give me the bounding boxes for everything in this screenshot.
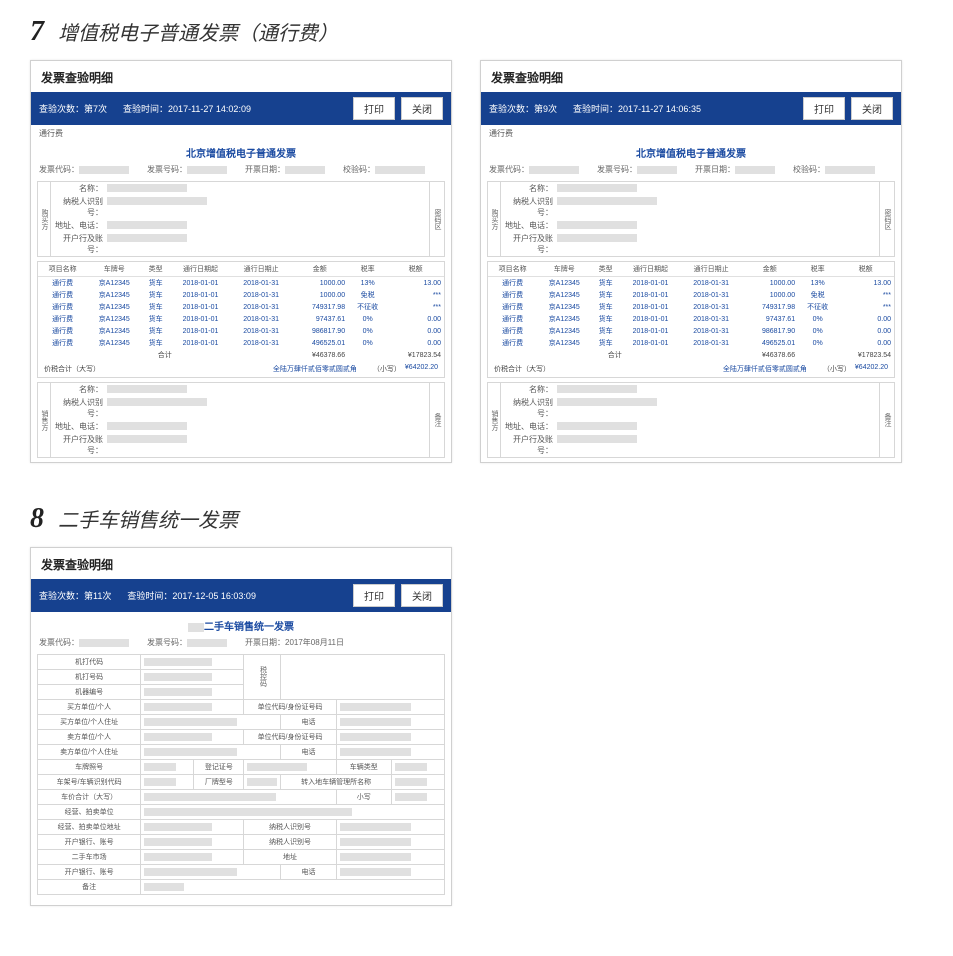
- print-button[interactable]: 打印: [803, 97, 845, 120]
- section-7-header: 7 增值税电子普通发票（通行费）: [30, 16, 923, 48]
- items-table: 项目名称车牌号类型通行日期起通行日期止金额税率税额 通行费京A12345货车20…: [38, 262, 444, 361]
- panel-toolbar: 查验次数：第11次 查验时间：2017-12-05 16:03:09 打印 关闭: [31, 579, 451, 612]
- buyer-box: 购买方 名称： 纳税人识别号： 地址、电话： 开户行及账号： 密码区: [487, 181, 895, 257]
- items-table: 项目名称车牌号类型通行日期起通行日期止金额税率税额 通行费京A12345货车20…: [488, 262, 894, 361]
- print-button[interactable]: 打印: [353, 97, 395, 120]
- section-title: 二手车销售统一发票: [58, 504, 238, 533]
- seller-box: 销售方 名称： 纳税人识别号： 地址、电话： 开户行及账号： 备注: [37, 382, 445, 458]
- table-row: 通行费京A12345货车2018-01-012018-01-3197437.61…: [38, 313, 444, 325]
- panel-toolbar: 查验次数：第7次 查验时间：2017-11-27 14:02:09 打印 关闭: [31, 92, 451, 125]
- section-number: 8: [30, 503, 44, 535]
- table-row: 通行费京A12345货车2018-01-012018-01-31496525.0…: [488, 337, 894, 349]
- section-8-header: 8 二手车销售统一发票: [30, 503, 923, 535]
- table-row: 通行费京A12345货车2018-01-012018-01-311000.00免…: [38, 289, 444, 301]
- buyer-box: 购买方 名称： 纳税人识别号： 地址、电话： 开户行及账号： 密码区: [37, 181, 445, 257]
- invoice-meta: 发票代码： 发票号码： 开票日期：2017年08月11日: [31, 635, 451, 654]
- check-time: 查验时间：2017-11-27 14:02:09: [123, 102, 251, 115]
- close-button[interactable]: 关闭: [851, 97, 893, 120]
- items-box: 项目名称车牌号类型通行日期起通行日期止金额税率税额 通行费京A12345货车20…: [487, 261, 895, 378]
- table-row: 通行费京A12345货车2018-01-012018-01-311000.00免…: [488, 289, 894, 301]
- print-button[interactable]: 打印: [353, 584, 395, 607]
- panel-title: 发票查验明细: [31, 548, 451, 579]
- close-button[interactable]: 关闭: [401, 584, 443, 607]
- table-row: 通行费京A12345货车2018-01-012018-01-311000.001…: [38, 277, 444, 290]
- invoice-title: 北京增值税电子普通发票: [31, 139, 451, 162]
- check-time: 查验时间：2017-11-27 14:06:35: [573, 102, 701, 115]
- tongxing-label: 通行费: [31, 125, 451, 139]
- price-total-row: 价税合计（大写） 全陆万肆仟贰佰零贰圆贰角 （小写） ¥64202.20: [488, 361, 894, 377]
- tongxing-label: 通行费: [481, 125, 901, 139]
- section-7-panels: 发票查验明细 查验次数：第7次 查验时间：2017-11-27 14:02:09…: [30, 60, 923, 463]
- panel-title: 发票查验明细: [31, 61, 451, 92]
- table-row: 通行费京A12345货车2018-01-012018-01-31986817.9…: [38, 325, 444, 337]
- panel-title: 发票查验明细: [481, 61, 901, 92]
- table-row: 通行费京A12345货车2018-01-012018-01-31749317.9…: [488, 301, 894, 313]
- section-title: 增值税电子普通发票（通行费）: [58, 17, 338, 46]
- invoice-meta: 发票代码： 发票号码： 开票日期： 校验码：: [481, 162, 901, 181]
- check-count: 查验次数：第9次: [489, 102, 557, 115]
- section-number: 7: [30, 16, 44, 48]
- usedcar-form-table: 机打代码税控码 机打号码 机器编号 买方单位/个人单位代码/身份证号码 买方单位…: [37, 654, 445, 895]
- panel-toolbar: 查验次数：第9次 查验时间：2017-11-27 14:06:35 打印 关闭: [481, 92, 901, 125]
- check-count: 查验次数：第7次: [39, 102, 107, 115]
- close-button[interactable]: 关闭: [401, 97, 443, 120]
- check-count: 查验次数：第11次: [39, 589, 111, 602]
- table-row: 通行费京A12345货车2018-01-012018-01-31496525.0…: [38, 337, 444, 349]
- invoice-title: 二手车销售统一发票: [31, 612, 451, 635]
- invoice-verify-panel-7b: 发票查验明细 查验次数：第9次 查验时间：2017-11-27 14:06:35…: [480, 60, 902, 463]
- check-time: 查验时间：2017-12-05 16:03:09: [127, 589, 256, 602]
- table-row: 通行费京A12345货车2018-01-012018-01-31986817.9…: [488, 325, 894, 337]
- table-row: 通行费京A12345货车2018-01-012018-01-31749317.9…: [38, 301, 444, 313]
- invoice-verify-panel-8: 发票查验明细 查验次数：第11次 查验时间：2017-12-05 16:03:0…: [30, 547, 452, 906]
- invoice-title: 北京增值税电子普通发票: [481, 139, 901, 162]
- items-box: 项目名称车牌号类型通行日期起通行日期止金额税率税额 通行费京A12345货车20…: [37, 261, 445, 378]
- table-row: 通行费京A12345货车2018-01-012018-01-311000.001…: [488, 277, 894, 290]
- invoice-meta: 发票代码： 发票号码： 开票日期： 校验码：: [31, 162, 451, 181]
- invoice-verify-panel-7a: 发票查验明细 查验次数：第7次 查验时间：2017-11-27 14:02:09…: [30, 60, 452, 463]
- seller-box: 销售方 名称： 纳税人识别号： 地址、电话： 开户行及账号： 备注: [487, 382, 895, 458]
- section-8-panels: 发票查验明细 查验次数：第11次 查验时间：2017-12-05 16:03:0…: [30, 547, 923, 906]
- price-total-row: 价税合计（大写） 全陆万肆仟贰佰零贰圆贰角 （小写） ¥64202.20: [38, 361, 444, 377]
- table-row: 通行费京A12345货车2018-01-012018-01-3197437.61…: [488, 313, 894, 325]
